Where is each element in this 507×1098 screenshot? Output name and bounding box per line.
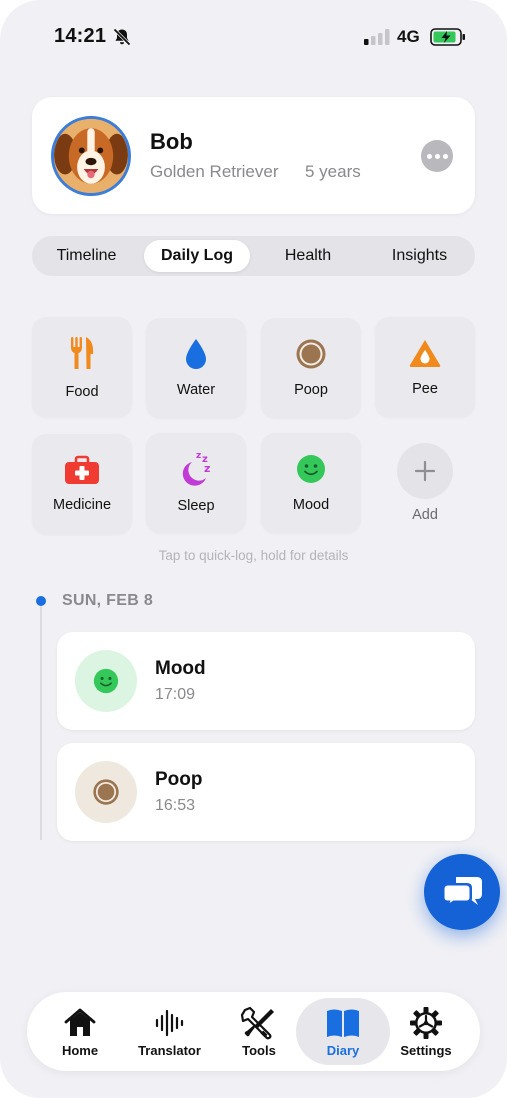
timeline-line bbox=[40, 606, 42, 840]
chat-bubbles-icon bbox=[442, 877, 482, 908]
pet-age: 5 years bbox=[305, 162, 361, 181]
quick-log-label: Water bbox=[176, 382, 216, 398]
nav-home[interactable]: Home bbox=[45, 998, 115, 1065]
nav-label: Translator bbox=[138, 1043, 201, 1058]
quick-log-mood[interactable]: Mood bbox=[261, 433, 361, 533]
status-time: 14:21 bbox=[54, 25, 107, 47]
nav-label: Tools bbox=[242, 1043, 276, 1058]
entry-time: 16:53 bbox=[155, 797, 196, 814]
dog-avatar-icon bbox=[54, 119, 128, 193]
quick-log-hint: Tap to quick-log, hold for details bbox=[158, 548, 349, 563]
segmented-tabs: Timeline Daily Log Health Insights bbox=[32, 236, 475, 276]
plus-icon bbox=[414, 460, 436, 482]
quick-log-sleep[interactable]: z z z Sleep bbox=[146, 433, 246, 533]
app-screen: 14:21 4G Bob Golden Retriever 5 years Ti… bbox=[0, 0, 507, 1098]
more-dot-icon bbox=[426, 153, 432, 159]
timeline-entry-mood[interactable]: Mood 17:09 bbox=[57, 632, 475, 730]
poop-circle-icon bbox=[296, 339, 326, 369]
pet-profile-card[interactable]: Bob Golden Retriever 5 years bbox=[32, 97, 475, 214]
entry-icon-bg bbox=[75, 761, 137, 823]
tab-timeline[interactable]: Timeline bbox=[36, 240, 137, 272]
status-bar: 14:21 4G bbox=[0, 0, 507, 74]
tab-health[interactable]: Health bbox=[257, 240, 359, 272]
nav-diary[interactable]: Diary bbox=[296, 998, 390, 1065]
quick-log-medicine[interactable]: Medicine bbox=[32, 434, 132, 534]
quick-log-label: Mood bbox=[292, 497, 330, 513]
entry-title: Poop bbox=[155, 769, 203, 790]
medical-kit-icon bbox=[65, 455, 99, 484]
entry-title: Mood bbox=[155, 658, 206, 679]
quick-log-pee[interactable]: Pee bbox=[375, 317, 475, 417]
quick-log-poop[interactable]: Poop bbox=[261, 318, 361, 418]
smiley-icon bbox=[297, 455, 325, 483]
quick-log-label: Medicine bbox=[52, 497, 112, 513]
gear-icon bbox=[410, 1007, 442, 1039]
quick-log-food[interactable]: Food bbox=[32, 317, 132, 417]
pet-name: Bob bbox=[150, 129, 193, 154]
add-quick-log-button[interactable] bbox=[397, 443, 453, 499]
timeline-dot bbox=[36, 596, 46, 606]
nav-tools[interactable]: Tools bbox=[226, 998, 292, 1065]
quick-log-water[interactable]: Water bbox=[146, 318, 246, 418]
bottom-nav: Home Translator Tools Diary Settings bbox=[27, 992, 480, 1071]
waveform-icon bbox=[155, 1009, 183, 1037]
nav-label: Diary bbox=[326, 1043, 360, 1058]
nav-settings[interactable]: Settings bbox=[394, 998, 458, 1065]
nav-label: Settings bbox=[400, 1043, 452, 1058]
poop-circle-icon bbox=[93, 779, 119, 805]
quick-log-label: Poop bbox=[294, 382, 328, 398]
smiley-icon bbox=[93, 668, 119, 694]
tab-insights[interactable]: Insights bbox=[366, 240, 473, 272]
network-type: 4G bbox=[397, 27, 420, 46]
tab-daily-log[interactable]: Daily Log bbox=[144, 240, 250, 272]
svg-text:z: z bbox=[204, 462, 210, 475]
moon-zzz-icon: z z z bbox=[182, 451, 210, 486]
fork-knife-icon bbox=[71, 337, 94, 369]
nav-label: Home bbox=[61, 1043, 99, 1058]
home-icon bbox=[64, 1008, 96, 1036]
signal-icon bbox=[364, 29, 390, 45]
more-options-button[interactable] bbox=[421, 140, 453, 172]
quick-log-label: Pee bbox=[412, 381, 438, 397]
pee-triangle-icon bbox=[409, 340, 441, 367]
add-label: Add bbox=[412, 507, 438, 523]
timeline-date: SUN, FEB 8 bbox=[62, 592, 154, 609]
svg-text:z: z bbox=[196, 451, 201, 461]
quick-log-label: Sleep bbox=[177, 498, 215, 514]
chat-button[interactable] bbox=[424, 854, 500, 930]
book-icon bbox=[327, 1009, 359, 1037]
more-dot-icon bbox=[442, 153, 448, 159]
more-dot-icon bbox=[434, 153, 440, 159]
battery-charging-icon bbox=[430, 28, 465, 46]
nav-translator[interactable]: Translator bbox=[127, 998, 212, 1065]
water-drop-icon bbox=[186, 339, 206, 369]
tools-icon bbox=[241, 1006, 274, 1040]
pet-avatar[interactable] bbox=[51, 116, 131, 196]
pet-breed: Golden Retriever bbox=[150, 162, 279, 181]
entry-time: 17:09 bbox=[155, 686, 196, 703]
quick-log-label: Food bbox=[65, 384, 99, 400]
bell-muted-icon bbox=[113, 28, 131, 46]
timeline-entry-poop[interactable]: Poop 16:53 bbox=[57, 743, 475, 841]
entry-icon-bg bbox=[75, 650, 137, 712]
